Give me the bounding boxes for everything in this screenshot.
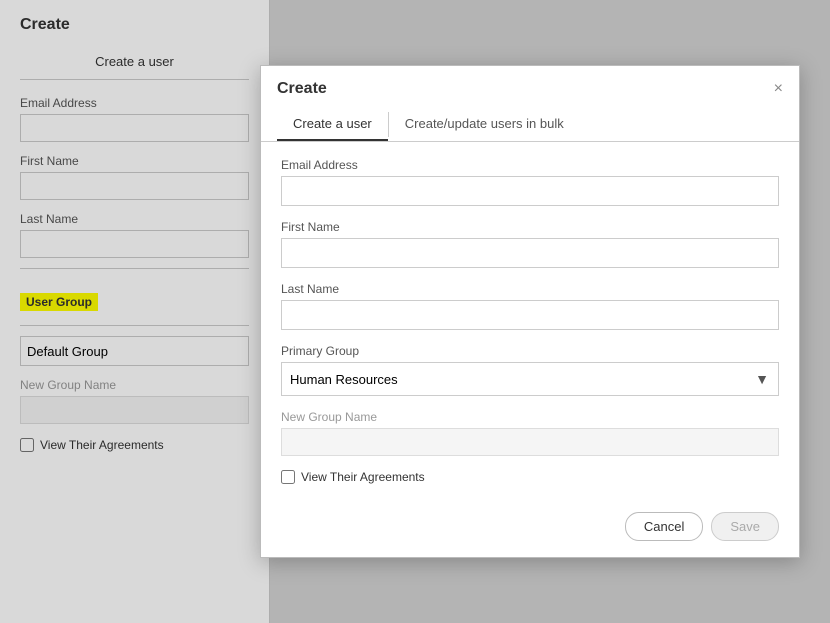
modal-checkbox-row: View Their Agreements [281, 470, 779, 484]
modal-first-name-label: First Name [281, 220, 779, 234]
modal-new-group-label: New Group Name [281, 410, 779, 424]
modal-tabs: Create a user Create/update users in bul… [261, 108, 799, 142]
modal-body: Email Address First Name Last Name Prima… [261, 142, 799, 500]
save-button[interactable]: Save [711, 512, 779, 541]
modal-primary-group-label: Primary Group [281, 344, 779, 358]
modal-last-name-label: Last Name [281, 282, 779, 296]
modal-close-button[interactable]: × [774, 81, 783, 97]
modal-view-agreements-label: View Their Agreements [301, 470, 425, 484]
modal-last-name-input[interactable] [281, 300, 779, 330]
modal-new-group-input[interactable] [281, 428, 779, 456]
modal-overlay: Create × Create a user Create/update use… [0, 0, 830, 623]
tab-create-user[interactable]: Create a user [277, 108, 388, 141]
modal-view-agreements-checkbox[interactable] [281, 470, 295, 484]
modal-primary-group-wrapper: Default Group Human Resources Finance En… [281, 362, 779, 396]
cancel-button[interactable]: Cancel [625, 512, 703, 541]
modal-primary-group-select[interactable]: Default Group Human Resources Finance En… [281, 362, 779, 396]
modal: Create × Create a user Create/update use… [260, 65, 800, 558]
modal-title: Create [277, 80, 327, 98]
tab-bulk-create[interactable]: Create/update users in bulk [389, 108, 580, 141]
modal-footer: Cancel Save [261, 500, 799, 557]
modal-header: Create × [261, 66, 799, 98]
modal-email-input[interactable] [281, 176, 779, 206]
modal-first-name-input[interactable] [281, 238, 779, 268]
modal-email-label: Email Address [281, 158, 779, 172]
